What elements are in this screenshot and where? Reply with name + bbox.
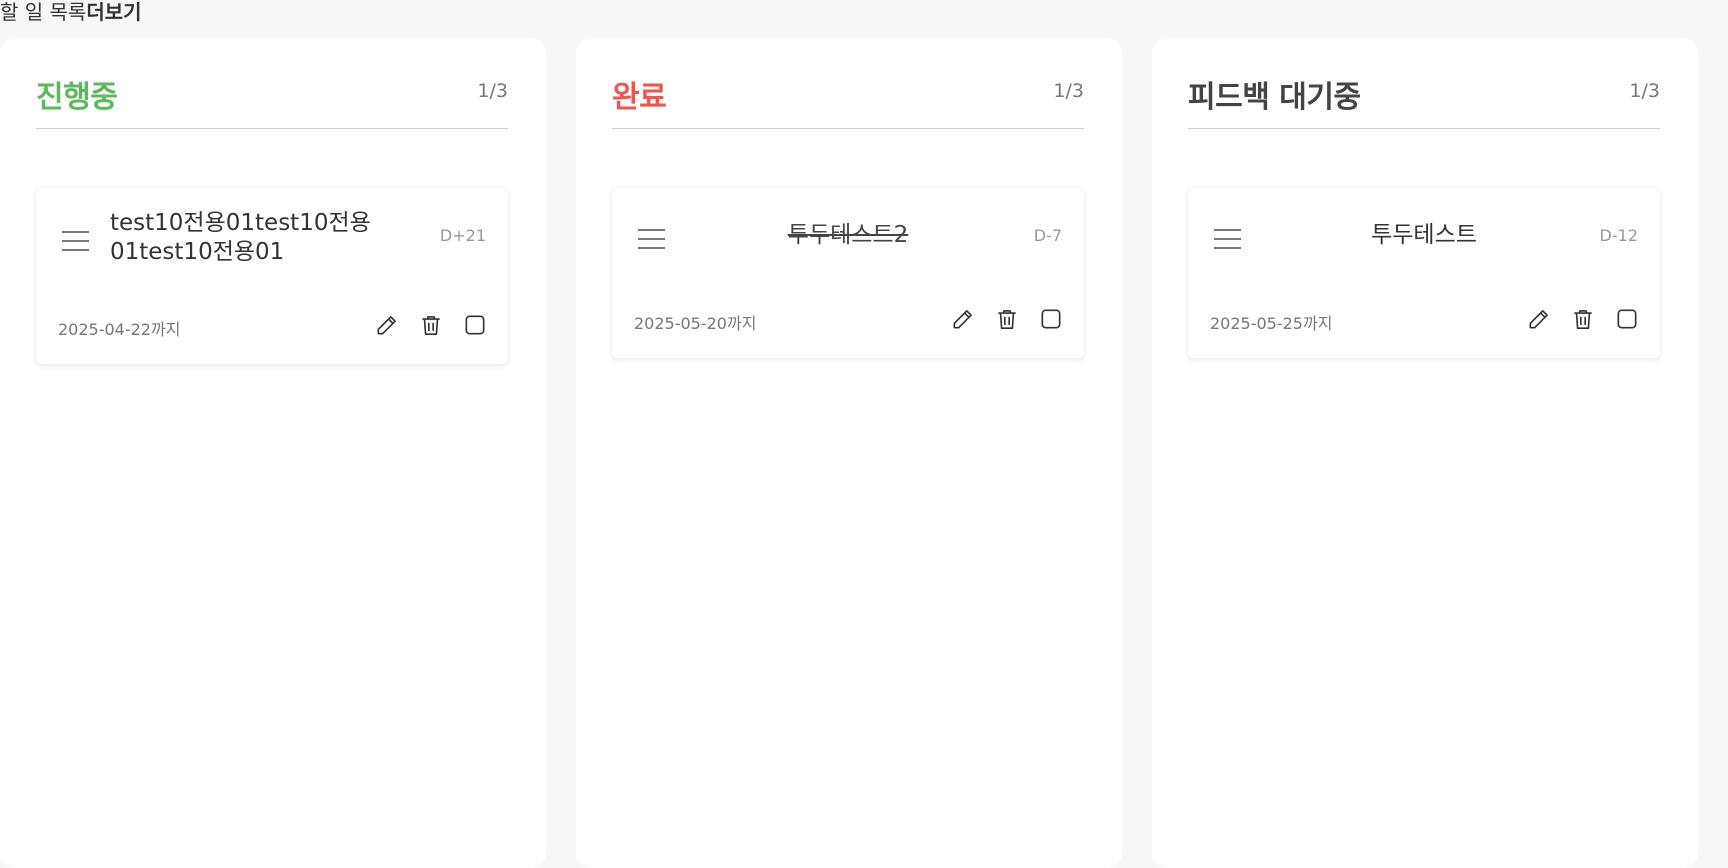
more-link[interactable]: 더보기 bbox=[86, 0, 141, 24]
dday-badge: D-12 bbox=[1599, 226, 1638, 245]
column-title: 진행중 bbox=[36, 80, 118, 115]
drag-handle-icon[interactable] bbox=[62, 231, 89, 251]
column-count: 1/3 bbox=[1629, 80, 1660, 102]
todo-card[interactable]: 투두테스트 D-12 2025-05-25까지 bbox=[1188, 188, 1660, 358]
column-title: 완료 bbox=[612, 80, 667, 115]
column-header: 피드백 대기중 1/3 bbox=[1188, 72, 1660, 129]
todo-title: test10전용01test10전용01test10전용01 bbox=[110, 210, 371, 265]
todo-title: 투두테스트 bbox=[1371, 222, 1477, 248]
checkbox-icon[interactable] bbox=[1614, 306, 1640, 332]
dday-badge: D-7 bbox=[1033, 226, 1062, 245]
due-date: 2025-05-20까지 bbox=[634, 314, 757, 333]
column-header: 완료 1/3 bbox=[612, 72, 1084, 129]
column-waiting-feedback: 피드백 대기중 1/3 투두테스트 D-12 2025-05-25까지 bbox=[1152, 38, 1698, 868]
due-date: 2025-05-25까지 bbox=[1210, 314, 1333, 333]
page-title: 할 일 목록 bbox=[0, 0, 87, 24]
trash-icon[interactable] bbox=[994, 306, 1020, 332]
trash-icon[interactable] bbox=[1570, 306, 1596, 332]
todo-title: 투두테스트2 bbox=[787, 222, 909, 248]
column-done: 완료 1/3 투두테스트2 D-7 2025-05-20까지 bbox=[576, 38, 1122, 868]
column-count: 1/3 bbox=[1053, 80, 1084, 102]
trash-icon[interactable] bbox=[418, 312, 444, 338]
pencil-icon[interactable] bbox=[374, 312, 400, 338]
todo-card[interactable]: test10전용01test10전용01test10전용01 D+21 2025… bbox=[36, 188, 508, 364]
page-header: 할 일 목록더보기 bbox=[0, 0, 142, 25]
dday-badge: D+21 bbox=[439, 226, 486, 245]
column-in-progress: 진행중 1/3 test10전용01test10전용01test10전용01 D… bbox=[0, 38, 546, 868]
column-count: 1/3 bbox=[477, 80, 508, 102]
pencil-icon[interactable] bbox=[950, 306, 976, 332]
checkbox-icon[interactable] bbox=[1038, 306, 1064, 332]
todo-card[interactable]: 투두테스트2 D-7 2025-05-20까지 bbox=[612, 188, 1084, 358]
checkbox-icon[interactable] bbox=[462, 312, 488, 338]
column-title: 피드백 대기중 bbox=[1188, 80, 1361, 115]
column-header: 진행중 1/3 bbox=[36, 72, 508, 129]
pencil-icon[interactable] bbox=[1526, 306, 1552, 332]
due-date: 2025-04-22까지 bbox=[58, 320, 181, 339]
